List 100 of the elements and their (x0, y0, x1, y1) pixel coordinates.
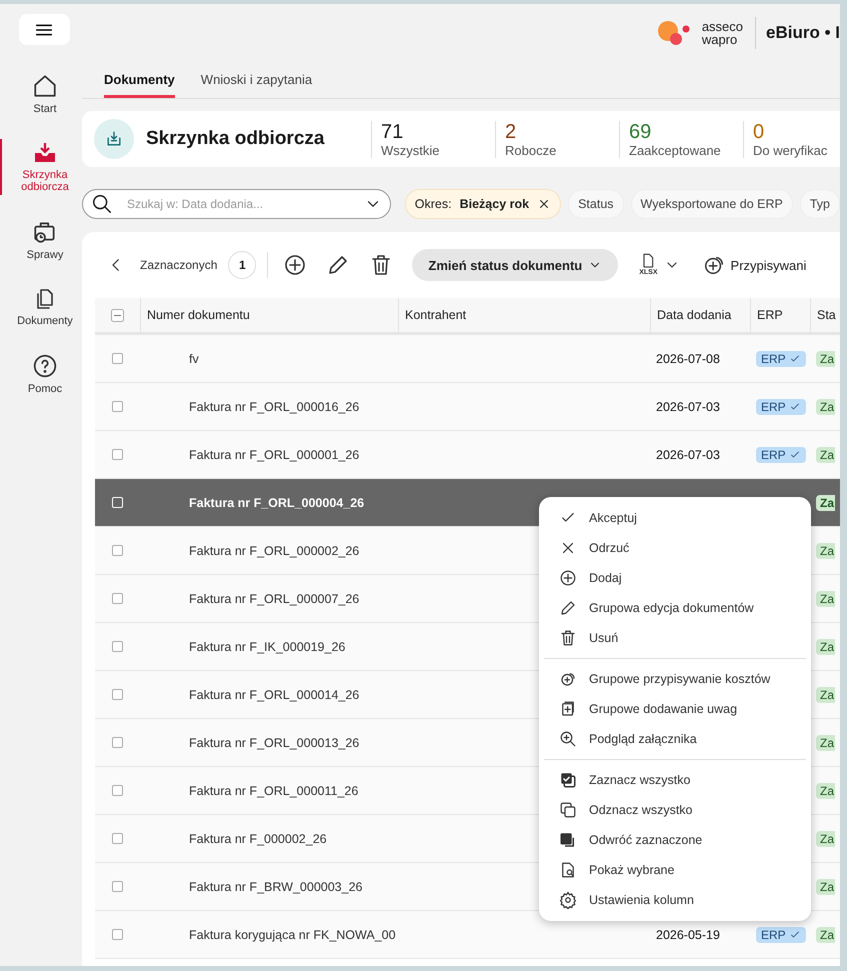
table-cell[interactable]: Faktura nr F_ORL_000004_26 (189, 496, 364, 510)
filled-box-icon (559, 831, 577, 849)
file-search-icon (559, 861, 577, 879)
menu-item[interactable]: Podgląd załącznika (539, 724, 811, 754)
menu-item[interactable]: Pokaż wybrane (539, 855, 811, 885)
plus-circle-icon (702, 254, 725, 276)
check-icon (788, 928, 801, 940)
app-title: eBiuro • I (766, 23, 840, 43)
menu-item[interactable]: Zaznacz wszystko (539, 765, 811, 795)
table-cell[interactable]: Faktura korygująca nr FK_NOWA_00 (189, 928, 396, 942)
status-badge: Za (816, 782, 836, 798)
tab[interactable]: Dokumenty (104, 72, 175, 98)
checkbox[interactable] (112, 449, 123, 460)
checkbox[interactable] (112, 785, 123, 796)
status-badge: Za (816, 542, 836, 558)
column-header[interactable]: Numer dokumentu (147, 308, 250, 322)
status-badge: Za (816, 734, 836, 750)
logo-icon (656, 19, 692, 47)
plus-circle-icon (559, 569, 577, 587)
checkbox[interactable] (112, 545, 123, 556)
note-add-icon (559, 700, 577, 718)
table-cell[interactable]: Faktura nr F_ORL_000001_26 (189, 448, 360, 462)
menu-item[interactable]: Odrzuć (539, 533, 811, 563)
check-icon (788, 448, 801, 460)
table-cell[interactable]: Faktura nr F_IK_000019_26 (189, 640, 346, 654)
checkbox[interactable] (112, 689, 123, 700)
stat-label: Robocze (505, 142, 558, 158)
selected-label: Zaznaczonych (140, 258, 218, 272)
status-badge: Za (816, 350, 836, 366)
table-cell: 2026-07-08 (656, 352, 720, 366)
checkbox[interactable] (112, 833, 123, 844)
menu-item[interactable]: Grupowa edycja dokumentów (539, 593, 811, 623)
pencil-icon (559, 599, 577, 617)
status-badge: Za (816, 686, 836, 702)
selected-count: 1 (228, 251, 256, 279)
table-cell[interactable]: Faktura nr F_000002_26 (189, 832, 327, 846)
sidebar-item[interactable]: Dokumenty (0, 285, 82, 329)
column-header[interactable]: Data dodania (657, 308, 732, 322)
sidebar-item[interactable]: Sprawy (0, 217, 82, 263)
status-badge: Za (816, 878, 836, 894)
menu-item[interactable]: Dodaj (539, 563, 811, 593)
gear-icon (559, 891, 577, 909)
home-icon (32, 73, 58, 99)
brand-name: asseco wapro (702, 17, 756, 49)
menu-item[interactable]: Odwróć zaznaczone (539, 825, 811, 855)
checkbox[interactable] (111, 308, 124, 322)
sidebar-item[interactable]: Pomoc (0, 351, 82, 397)
menu-item[interactable]: Akceptuj (539, 503, 811, 533)
table-cell[interactable]: Faktura nr F_ORL_000016_26 (189, 400, 360, 414)
checkbox[interactable] (112, 593, 123, 604)
checkbox[interactable] (112, 353, 123, 364)
table-cell: 2026-07-03 (656, 448, 720, 462)
checkbox[interactable] (112, 881, 123, 892)
menu-item[interactable]: Usuń (539, 623, 811, 653)
status-badge: Za (816, 446, 836, 462)
stat-value: 69 (629, 120, 652, 142)
filter-chip[interactable]: Typ (800, 189, 840, 219)
filter-chip[interactable]: Okres: Bieżący rok (404, 189, 562, 219)
table-cell[interactable]: Faktura nr F_BRW_000003_26 (189, 880, 362, 894)
search-field[interactable]: Szukaj w: Data dodania... (82, 189, 391, 219)
erp-badge: ERP (756, 350, 806, 366)
table-cell[interactable]: Faktura nr F_ORL_000013_26 (189, 736, 360, 750)
change-status-button[interactable]: Zmień status dokumentu (412, 249, 618, 281)
tab[interactable]: Wnioski i zapytania (200, 72, 312, 98)
checkbox[interactable] (112, 929, 123, 940)
menu-button[interactable] (18, 14, 70, 45)
checkbox[interactable] (112, 641, 123, 652)
status-badge: Za (816, 926, 836, 942)
table-cell[interactable]: Faktura nr F_ORL_000002_26 (189, 544, 360, 558)
check-icon (788, 352, 801, 364)
check-icon (788, 400, 801, 412)
stat-label: Wszystkie (381, 142, 440, 158)
column-header[interactable]: ERP (757, 308, 783, 322)
filter-chip[interactable]: Wyeksportowane do ERP (630, 189, 793, 219)
sidebar-item[interactable]: Start (0, 71, 82, 117)
assign-button[interactable]: Przypisywani (698, 250, 810, 280)
menu-item[interactable]: Ustawienia kolumn (539, 885, 811, 915)
column-header[interactable]: Kontrahent (405, 308, 466, 322)
status-badge: Za (816, 830, 836, 846)
erp-badge: ERP (756, 398, 806, 414)
plus-circle-icon (283, 253, 308, 277)
column-header[interactable]: Sta (817, 308, 836, 322)
status-badge: Za (816, 398, 836, 414)
plus-circle-icon (559, 670, 577, 688)
copy-boxes-icon (559, 801, 577, 819)
trash-icon (559, 629, 577, 647)
menu-item[interactable]: Odznacz wszystko (539, 795, 811, 825)
checkbox[interactable] (112, 737, 123, 748)
menu-item[interactable]: Grupowe dodawanie uwag (539, 694, 811, 724)
stat-value: 2 (505, 120, 518, 142)
zoom-in-icon (559, 730, 577, 748)
search-input[interactable]: Szukaj w: Data dodania... (125, 196, 352, 212)
checkbox[interactable] (112, 401, 123, 412)
table-cell[interactable]: Faktura nr F_ORL_000011_26 (189, 784, 358, 798)
table-cell[interactable]: fv (189, 352, 199, 366)
inbox-icon (33, 141, 57, 165)
table-cell[interactable]: Faktura nr F_ORL_000007_26 (189, 592, 360, 606)
table-cell[interactable]: Faktura nr F_ORL_000014_26 (189, 688, 360, 702)
menu-item[interactable]: Grupowe przypisywanie kosztów (539, 664, 811, 694)
filter-chip[interactable]: Status (568, 189, 624, 219)
